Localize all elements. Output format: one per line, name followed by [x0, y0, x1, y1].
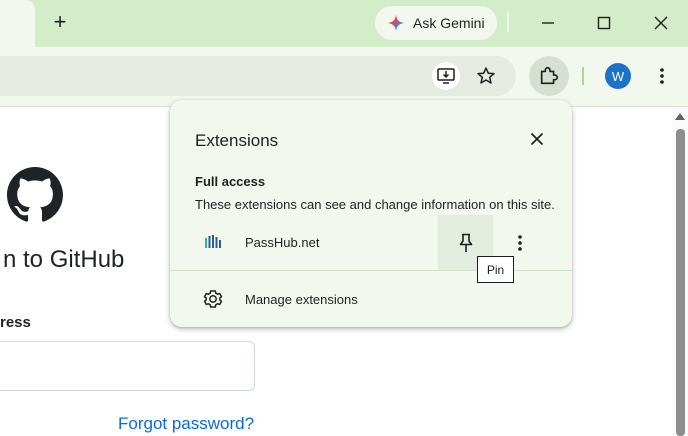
passhub-icon	[205, 235, 221, 248]
gemini-sparkle-icon	[387, 14, 405, 32]
popup-close-button[interactable]	[526, 128, 548, 150]
close-icon	[654, 16, 668, 30]
toolbar-separator	[582, 67, 584, 85]
extensions-button[interactable]	[529, 56, 569, 96]
extension-name[interactable]: PassHub.net	[245, 235, 319, 250]
maximize-icon	[597, 16, 611, 30]
browser-toolbar: W	[0, 47, 688, 107]
gear-icon	[203, 290, 223, 308]
full-access-description: These extensions can see and change info…	[195, 197, 555, 212]
more-vert-icon	[518, 235, 522, 251]
github-octocat-icon	[7, 167, 63, 222]
ask-gemini-button[interactable]: Ask Gemini	[375, 6, 497, 40]
email-field-label: ress	[0, 314, 31, 331]
bookmark-star-icon	[477, 67, 495, 84]
install-app-button[interactable]	[432, 62, 460, 90]
popup-title: Extensions	[195, 131, 279, 150]
active-tab[interactable]: ✕	[0, 0, 35, 47]
extension-more-button[interactable]	[510, 232, 530, 254]
three-dot-menu-icon	[660, 68, 664, 84]
tab-strip: ✕ + Ask Gemini	[0, 0, 688, 47]
forgot-password-link[interactable]: Forgot password?	[118, 414, 254, 434]
install-app-icon	[437, 68, 455, 84]
bookmark-button[interactable]	[472, 62, 500, 90]
scroll-up-arrow-icon[interactable]	[675, 113, 685, 120]
close-window-button[interactable]	[646, 8, 676, 38]
email-field[interactable]	[0, 341, 255, 391]
close-icon	[530, 132, 544, 146]
address-bar[interactable]	[0, 56, 516, 96]
tab-close-icon[interactable]: ✕	[0, 11, 6, 33]
page-scrollbar[interactable]	[672, 107, 688, 436]
maximize-button[interactable]	[589, 8, 619, 38]
page-title: n to GitHub	[3, 246, 125, 273]
pin-tooltip: Pin	[477, 256, 514, 283]
extensions-popup: Extensions Full access These extensions …	[170, 100, 572, 327]
pin-icon	[459, 233, 472, 252]
minimize-icon	[542, 22, 554, 24]
ask-gemini-label: Ask Gemini	[413, 15, 485, 31]
scrollbar-thumb[interactable]	[676, 129, 685, 436]
manage-extensions-link[interactable]: Manage extensions	[245, 292, 358, 307]
minimize-button[interactable]	[533, 8, 563, 38]
puzzle-icon	[540, 66, 559, 85]
full-access-heading: Full access	[195, 174, 266, 189]
profile-avatar[interactable]: W	[605, 63, 631, 89]
new-tab-button[interactable]: +	[47, 9, 73, 35]
browser-menu-button[interactable]	[650, 63, 674, 89]
tab-divider	[507, 12, 509, 32]
